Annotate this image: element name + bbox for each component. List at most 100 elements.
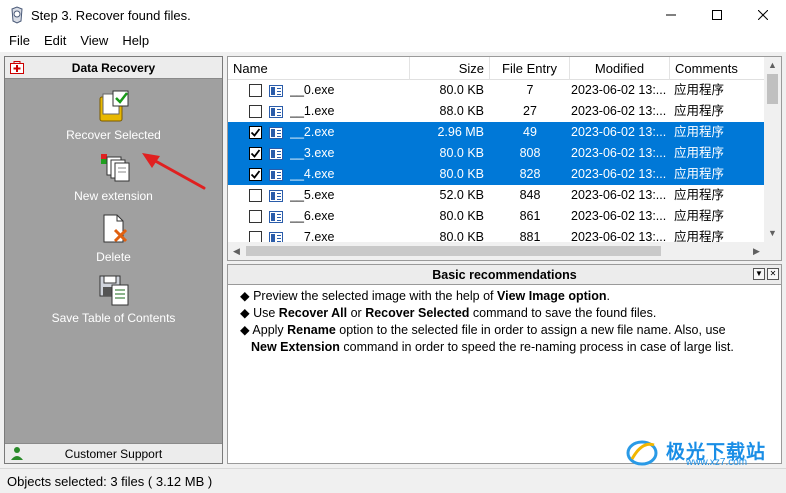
- menu-edit[interactable]: Edit: [37, 30, 73, 52]
- cell-size: 80.0 KB: [439, 83, 484, 97]
- recommendation-2: ◆ Use Recover All or Recover Selected co…: [240, 305, 781, 322]
- cell-file-entry: 49: [523, 125, 537, 139]
- vertical-scrollbar[interactable]: ▲ ▼: [764, 57, 781, 242]
- row-checkbox[interactable]: [249, 126, 262, 139]
- recommendation-3-continued: New Extension command in order to speed …: [240, 339, 781, 356]
- table-row[interactable]: __1.exe 88.0 KB 27 2023-06-02 13:... 应用程序: [228, 101, 765, 122]
- rec-text: Use: [253, 306, 279, 320]
- column-size[interactable]: Size: [410, 57, 490, 80]
- table-header: Name Size File Entry Modified Comments: [228, 57, 765, 80]
- table-row[interactable]: __6.exe 80.0 KB 861 2023-06-02 13:... 应用程序: [228, 206, 765, 227]
- cell-name: __5.exe: [290, 188, 335, 202]
- first-aid-icon: [10, 61, 24, 74]
- cell-name: __2.exe: [290, 125, 335, 139]
- exe-file-icon: [269, 106, 283, 118]
- close-icon[interactable]: [740, 0, 786, 30]
- scroll-right-icon[interactable]: ▶: [753, 247, 760, 256]
- cell-file-entry: 861: [519, 209, 541, 223]
- row-checkbox[interactable]: [249, 168, 262, 181]
- cell-comments: 应用程序: [674, 146, 725, 160]
- menu-view[interactable]: View: [73, 30, 115, 52]
- exe-file-icon: [269, 148, 283, 160]
- cell-size: 80.0 KB: [439, 146, 484, 160]
- scroll-down-icon[interactable]: ▼: [768, 229, 777, 238]
- new-extension-icon: [97, 151, 131, 185]
- delete-label: Delete: [96, 250, 131, 264]
- row-checkbox[interactable]: [249, 210, 262, 223]
- rec-text: Preview the selected image with the help…: [253, 289, 497, 303]
- exe-file-icon: [269, 127, 283, 139]
- cell-comments: 应用程序: [674, 167, 725, 181]
- horizontal-scroll-thumb[interactable]: [246, 246, 661, 256]
- cell-modified: 2023-06-02 13:...: [571, 167, 667, 181]
- scroll-up-icon[interactable]: ▲: [768, 61, 777, 70]
- recommendation-1: ◆ Preview the selected image with the he…: [240, 288, 781, 305]
- column-name[interactable]: Name: [228, 57, 410, 80]
- table-row[interactable]: __3.exe 80.0 KB 808 2023-06-02 13:... 应用程序: [228, 143, 765, 164]
- bullet-icon: ◆: [240, 323, 253, 337]
- table-row[interactable]: __5.exe 52.0 KB 848 2023-06-02 13:... 应用程序: [228, 185, 765, 206]
- cell-name: __1.exe: [290, 104, 335, 118]
- scroll-corner: [764, 242, 781, 260]
- cell-modified: 2023-06-02 13:...: [571, 104, 667, 118]
- column-comments[interactable]: Comments: [670, 57, 765, 80]
- watermark-url: www.xz7.com: [686, 457, 748, 468]
- row-checkbox[interactable]: [249, 84, 262, 97]
- rec-text: or: [347, 306, 366, 320]
- cell-file-entry: 828: [519, 167, 541, 181]
- cell-modified: 2023-06-02 13:...: [571, 83, 667, 97]
- cell-file-entry: 808: [519, 146, 541, 160]
- table-row[interactable]: __2.exe 2.96 MB 49 2023-06-02 13:... 应用程序: [228, 122, 765, 143]
- save-table-icon: [97, 273, 131, 307]
- cell-name: __6.exe: [290, 209, 335, 223]
- recommendations-body: ◆ Preview the selected image with the he…: [228, 285, 781, 356]
- table-row[interactable]: __0.exe 80.0 KB 7 2023-06-02 13:... 应用程序: [228, 80, 765, 101]
- status-bar: Objects selected: 3 files ( 3.12 MB ): [0, 468, 786, 493]
- title-bar: Step 3. Recover found files.: [0, 0, 786, 30]
- customer-support-button[interactable]: Customer Support: [5, 443, 222, 463]
- bullet-icon: ◆: [240, 306, 254, 320]
- file-table: Name Size File Entry Modified Comments _…: [227, 56, 782, 261]
- cell-comments: 应用程序: [674, 188, 725, 202]
- exe-file-icon: [269, 190, 283, 202]
- rec-keyword: Rename: [287, 323, 336, 337]
- minimize-icon[interactable]: [648, 0, 694, 30]
- vertical-scroll-thumb[interactable]: [767, 74, 778, 104]
- maximize-icon[interactable]: [694, 0, 740, 30]
- recover-selected-label: Recover Selected: [66, 128, 161, 142]
- menu-file[interactable]: File: [2, 30, 37, 52]
- rec-keyword: New Extension: [251, 340, 340, 354]
- rec-text: option to the selected file in order to …: [335, 323, 726, 337]
- column-file-entry[interactable]: File Entry: [490, 57, 570, 80]
- data-recovery-panel: Data Recovery Recover Selected New exten…: [4, 56, 223, 464]
- rec-text: command in order to speed the re-naming …: [339, 340, 734, 354]
- cell-comments: 应用程序: [674, 83, 725, 97]
- customer-support-label: Customer Support: [64, 446, 163, 461]
- row-checkbox[interactable]: [249, 147, 262, 160]
- save-table-label: Save Table of Contents: [51, 311, 176, 325]
- exe-file-icon: [269, 169, 283, 181]
- menu-help[interactable]: Help: [115, 30, 156, 52]
- cell-size: 52.0 KB: [439, 188, 484, 202]
- delete-button[interactable]: Delete: [5, 212, 222, 264]
- save-table-of-contents-button[interactable]: Save Table of Contents: [5, 273, 222, 325]
- close-panel-icon[interactable]: ✕: [767, 268, 779, 280]
- horizontal-scrollbar[interactable]: ◀ ▶: [228, 242, 765, 260]
- recommendations-header: Basic recommendations ▼ ✕: [228, 265, 781, 285]
- column-modified[interactable]: Modified: [570, 57, 670, 80]
- row-checkbox[interactable]: [249, 189, 262, 202]
- cell-file-entry: 27: [523, 104, 537, 118]
- table-row[interactable]: __4.exe 80.0 KB 828 2023-06-02 13:... 应用程序: [228, 164, 765, 185]
- recommendations-panel: Basic recommendations ▼ ✕ ◆ Preview the …: [227, 264, 782, 464]
- cell-size: 80.0 KB: [439, 167, 484, 181]
- app-icon: [8, 6, 26, 24]
- cell-file-entry: 848: [519, 188, 541, 202]
- collapse-icon[interactable]: ▼: [753, 268, 765, 280]
- scroll-left-icon[interactable]: ◀: [233, 247, 240, 256]
- recover-selected-icon: [97, 90, 131, 124]
- exe-file-icon: [269, 85, 283, 97]
- delete-icon: [97, 212, 131, 246]
- recover-selected-button[interactable]: Recover Selected: [5, 90, 222, 142]
- row-checkbox[interactable]: [249, 105, 262, 118]
- rec-keyword: Recover Selected: [365, 306, 470, 320]
